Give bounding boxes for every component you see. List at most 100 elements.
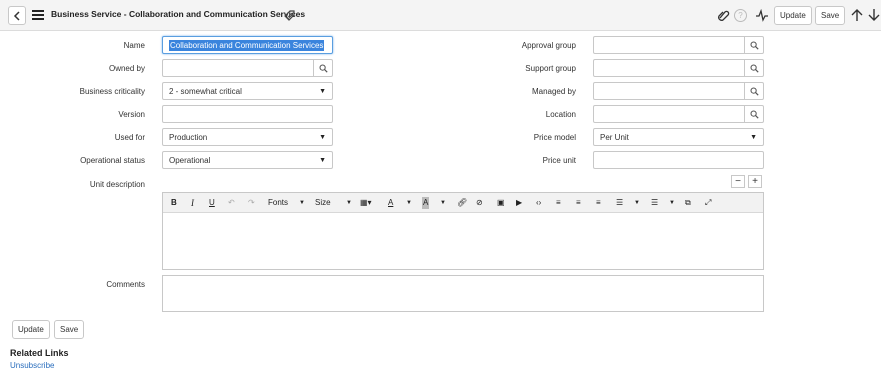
editor-toolbar: B I U ↶ ↷ Fonts ▼ Size ▼ ▦▾ A ▼ A ▼ 🔗︎ ⊘… xyxy=(163,193,763,213)
table-icon[interactable]: ▦▾ xyxy=(360,197,372,209)
caret-down-icon: ▼ xyxy=(750,133,757,141)
plus-icon[interactable]: + xyxy=(748,175,762,188)
align-left-icon[interactable]: ≡ xyxy=(556,197,561,209)
caret-down-icon: ▼ xyxy=(669,200,675,206)
search-icon xyxy=(319,64,328,73)
related-links-title: Related Links xyxy=(10,348,69,358)
video-icon[interactable]: ▶ xyxy=(516,197,522,209)
business-criticality-select[interactable]: 2 - somewhat critical ▼ xyxy=(162,82,333,100)
approval-group-label: Approval group xyxy=(521,41,576,50)
hamburger-icon[interactable] xyxy=(32,10,44,20)
redo-icon[interactable]: ↷ xyxy=(248,197,255,209)
back-button[interactable] xyxy=(8,6,26,25)
caret-down-icon: ▼ xyxy=(319,133,326,141)
link-icon[interactable]: 🔗︎ xyxy=(457,197,467,209)
activity-pulse-icon[interactable] xyxy=(755,8,769,22)
price-model-select[interactable]: Per Unit ▼ xyxy=(593,128,764,146)
align-center-icon[interactable]: ≡ xyxy=(576,197,581,209)
arrow-up-icon[interactable] xyxy=(850,8,864,22)
name-field[interactable]: Collaboration and Communication Services xyxy=(162,36,333,54)
location-label: Location xyxy=(545,110,576,119)
undo-icon[interactable]: ↶ xyxy=(228,197,235,209)
price-unit-field[interactable] xyxy=(593,151,764,169)
owned-by-label: Owned by xyxy=(108,64,145,73)
image-icon[interactable]: ▣ xyxy=(497,197,505,209)
search-icon xyxy=(750,41,759,50)
comments-textarea[interactable] xyxy=(162,275,764,312)
unit-description-editor[interactable]: B I U ↶ ↷ Fonts ▼ Size ▼ ▦▾ A ▼ A ▼ 🔗︎ ⊘… xyxy=(162,192,764,270)
update-button[interactable]: Update xyxy=(774,6,812,25)
caret-down-icon: ▼ xyxy=(406,200,412,206)
managed-by-lookup xyxy=(593,82,764,100)
support-group-field[interactable] xyxy=(593,59,745,77)
help-circle-icon[interactable]: ? xyxy=(734,9,747,22)
search-icon xyxy=(750,87,759,96)
search-icon xyxy=(750,110,759,119)
owned-by-lookup-button[interactable] xyxy=(314,59,333,77)
support-group-lookup xyxy=(593,59,764,77)
copy-format-icon[interactable]: ⧉ xyxy=(685,197,691,209)
caret-down-icon: ▼ xyxy=(319,87,326,95)
support-group-lookup-button[interactable] xyxy=(745,59,764,77)
bullet-list-icon[interactable]: ☰ xyxy=(616,197,623,209)
underline-button[interactable]: U xyxy=(209,197,215,209)
caret-down-icon: ▼ xyxy=(634,200,640,206)
caret-down-icon: ▼ xyxy=(319,156,326,164)
minus-icon[interactable]: − xyxy=(731,175,745,188)
used-for-select[interactable]: Production ▼ xyxy=(162,128,333,146)
form-header: Business Service - Collaboration and Com… xyxy=(0,0,881,31)
size-dropdown[interactable]: Size xyxy=(315,197,331,209)
operational-status-label: Operational status xyxy=(80,156,145,165)
location-lookup-button[interactable] xyxy=(745,105,764,123)
business-criticality-value: 2 - somewhat critical xyxy=(169,86,242,96)
comments-label: Comments xyxy=(106,280,145,289)
numbered-list-icon[interactable]: ☰ xyxy=(651,197,658,209)
name-label: Name xyxy=(123,41,145,50)
price-model-value: Per Unit xyxy=(600,132,629,142)
chevron-left-icon xyxy=(13,10,20,21)
code-icon[interactable]: ‹› xyxy=(536,197,541,209)
used-for-label: Used for xyxy=(114,133,145,142)
save-button[interactable]: Save xyxy=(815,6,846,25)
location-field[interactable] xyxy=(593,105,745,123)
operational-status-select[interactable]: Operational ▼ xyxy=(162,151,333,169)
price-unit-label: Price unit xyxy=(542,156,576,165)
footer-update-button[interactable]: Update xyxy=(12,320,50,339)
caret-down-icon: ▼ xyxy=(299,200,305,206)
price-model-label: Price model xyxy=(533,133,576,142)
managed-by-lookup-button[interactable] xyxy=(745,82,764,100)
location-lookup xyxy=(593,105,764,123)
approval-group-lookup xyxy=(593,36,764,54)
version-field[interactable] xyxy=(162,105,333,123)
fullscreen-icon[interactable]: ⤢ xyxy=(705,197,711,209)
caret-down-icon: ▼ xyxy=(346,200,352,206)
name-value: Collaboration and Communication Services xyxy=(169,39,325,51)
owned-by-field[interactable] xyxy=(162,59,314,77)
page-title: Business Service - Collaboration and Com… xyxy=(51,9,306,19)
managed-by-field[interactable] xyxy=(593,82,745,100)
arrow-down-icon[interactable] xyxy=(867,8,881,22)
footer-save-button[interactable]: Save xyxy=(54,320,85,339)
fonts-dropdown[interactable]: Fonts xyxy=(268,197,288,209)
owned-by-lookup xyxy=(162,59,333,77)
paperclip-icon[interactable] xyxy=(716,8,730,22)
caret-down-icon: ▼ xyxy=(440,200,446,206)
background-color-icon[interactable]: A xyxy=(422,197,430,209)
approval-group-lookup-button[interactable] xyxy=(745,36,764,54)
tag-icon[interactable] xyxy=(282,8,296,22)
italic-button[interactable]: I xyxy=(191,197,194,209)
unit-description-label: Unit description xyxy=(89,180,145,189)
unlink-icon[interactable]: ⊘ xyxy=(476,197,483,209)
operational-status-value: Operational xyxy=(169,155,211,165)
version-label: Version xyxy=(118,110,145,119)
approval-group-field[interactable] xyxy=(593,36,745,54)
bold-button[interactable]: B xyxy=(171,197,177,209)
search-icon xyxy=(750,64,759,73)
font-color-icon[interactable]: A xyxy=(388,197,393,209)
used-for-value: Production xyxy=(169,132,208,142)
business-criticality-label: Business criticality xyxy=(79,87,145,96)
align-right-icon[interactable]: ≡ xyxy=(596,197,601,209)
support-group-label: Support group xyxy=(525,64,576,73)
unsubscribe-link[interactable]: Unsubscribe xyxy=(10,361,54,370)
managed-by-label: Managed by xyxy=(531,87,576,96)
